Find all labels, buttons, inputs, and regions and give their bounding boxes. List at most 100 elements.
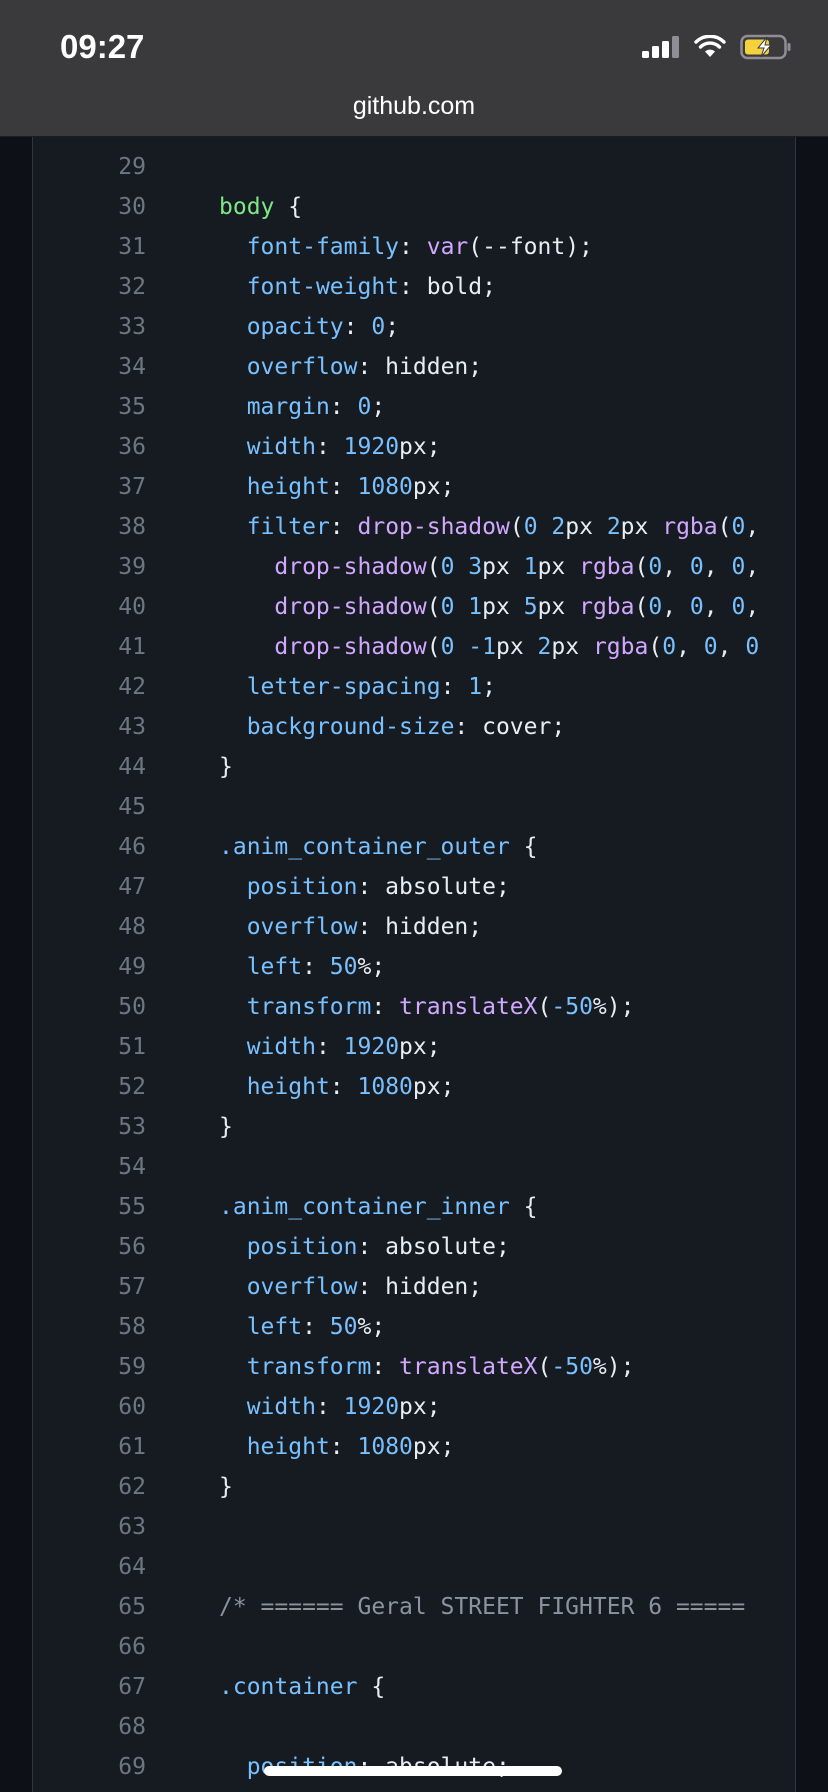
line-number[interactable]: 46 <box>33 827 146 867</box>
code-token: ; <box>482 674 496 700</box>
code-text: height: 1080px; <box>219 1067 455 1107</box>
code-line: 43 background-size: cover; <box>33 707 795 747</box>
line-number[interactable]: 58 <box>33 1307 146 1347</box>
line-number[interactable]: 57 <box>33 1267 146 1307</box>
line-number[interactable]: 48 <box>33 907 146 947</box>
line-number[interactable]: 35 <box>33 387 146 427</box>
line-number[interactable]: 31 <box>33 227 146 267</box>
line-number[interactable]: 34 <box>33 347 146 387</box>
line-number[interactable]: 44 <box>33 747 146 787</box>
line-number[interactable]: 61 <box>33 1427 146 1467</box>
line-number[interactable]: 60 <box>33 1387 146 1427</box>
code-token: ( <box>509 514 524 540</box>
line-number[interactable]: 29 <box>33 147 146 187</box>
line-number[interactable]: 56 <box>33 1227 146 1267</box>
line-number[interactable]: 59 <box>33 1347 146 1387</box>
line-number[interactable]: 38 <box>33 507 146 547</box>
code-line: 51 width: 1920px; <box>33 1027 795 1067</box>
line-number[interactable]: 40 <box>33 587 146 627</box>
line-number[interactable]: 51 <box>33 1027 146 1067</box>
code-token: %; <box>357 1314 386 1340</box>
code-token: } <box>219 1474 233 1500</box>
code-line: 32 font-weight: bold; <box>33 267 795 307</box>
code-token: margin <box>246 394 330 420</box>
code-line: 50 transform: translateX(-50%); <box>33 987 795 1027</box>
line-number[interactable]: 67 <box>33 1667 146 1707</box>
code-line: 39 drop-shadow(0 3px 1px rgba(0, 0, 0, <box>33 547 795 587</box>
code-token: { <box>357 1674 386 1700</box>
code-token: .anim_container_inner <box>219 1194 510 1220</box>
line-number[interactable]: 63 <box>33 1507 146 1547</box>
line-number[interactable]: 42 <box>33 667 146 707</box>
status-time: 09:27 <box>60 28 145 65</box>
code-token: 50 <box>329 954 358 980</box>
code-token: : <box>302 1314 330 1340</box>
code-line: 58 left: 50%; <box>33 1307 795 1347</box>
line-number[interactable]: 39 <box>33 547 146 587</box>
code-token: px <box>537 594 580 620</box>
line-number[interactable]: 45 <box>33 787 146 827</box>
code-text: } <box>219 1107 233 1147</box>
code-line: 67 .container { <box>33 1667 795 1707</box>
line-number[interactable]: 68 <box>33 1707 146 1747</box>
code-token: letter-spacing <box>246 674 441 700</box>
code-line: 68 <box>33 1707 795 1747</box>
line-number[interactable]: 55 <box>33 1187 146 1227</box>
line-number[interactable]: 33 <box>33 307 146 347</box>
code-line: 64 <box>33 1547 795 1587</box>
line-number[interactable]: 30 <box>33 187 146 227</box>
line-number[interactable]: 43 <box>33 707 146 747</box>
code-token: 0 <box>731 594 746 620</box>
home-indicator[interactable] <box>264 1766 562 1776</box>
code-token: 1080 <box>357 1074 413 1100</box>
code-token: px <box>537 554 580 580</box>
line-number[interactable]: 28 <box>33 137 146 147</box>
address-bar[interactable]: github.com <box>0 90 828 137</box>
line-number[interactable]: 62 <box>33 1467 146 1507</box>
code-text: overflow: hidden; <box>219 1267 482 1307</box>
line-number[interactable]: 47 <box>33 867 146 907</box>
line-number[interactable]: 54 <box>33 1147 146 1187</box>
line-number[interactable]: 37 <box>33 467 146 507</box>
code-line: 45 <box>33 787 795 827</box>
line-number[interactable]: 65 <box>33 1587 146 1627</box>
line-number[interactable]: 36 <box>33 427 146 467</box>
code-token: height <box>246 1434 330 1460</box>
line-number[interactable]: 41 <box>33 627 146 667</box>
code-line: 42 letter-spacing: 1; <box>33 667 795 707</box>
code-token: , <box>703 554 732 580</box>
code-token: } <box>219 754 233 780</box>
code-viewer[interactable]: 282930body {31 font-family: var(--font);… <box>32 137 796 1792</box>
line-number[interactable]: 52 <box>33 1067 146 1107</box>
code-token: 0 <box>440 634 455 660</box>
code-text: .container { <box>219 1667 385 1707</box>
url-text[interactable]: github.com <box>0 92 828 121</box>
code-token: translateX <box>399 994 538 1020</box>
code-token: ( <box>426 634 441 660</box>
code-token: 0 <box>648 554 663 580</box>
line-number[interactable]: 32 <box>33 267 146 307</box>
code-token: ; <box>385 314 400 340</box>
code-text: height: 1080px; <box>219 467 455 507</box>
line-number[interactable]: 69 <box>33 1747 146 1787</box>
code-token: : cover; <box>454 714 566 740</box>
code-text: width: 1920px; <box>219 427 441 467</box>
code-token: width <box>246 1034 316 1060</box>
code-token: body <box>219 194 275 220</box>
line-number[interactable]: 50 <box>33 987 146 1027</box>
line-number[interactable]: 64 <box>33 1547 146 1587</box>
code-text: width: 1920px; <box>219 1027 441 1067</box>
line-number[interactable]: 66 <box>33 1627 146 1667</box>
line-number[interactable]: 49 <box>33 947 146 987</box>
line-number[interactable]: 53 <box>33 1107 146 1147</box>
code-token: : hidden; <box>357 1274 483 1300</box>
